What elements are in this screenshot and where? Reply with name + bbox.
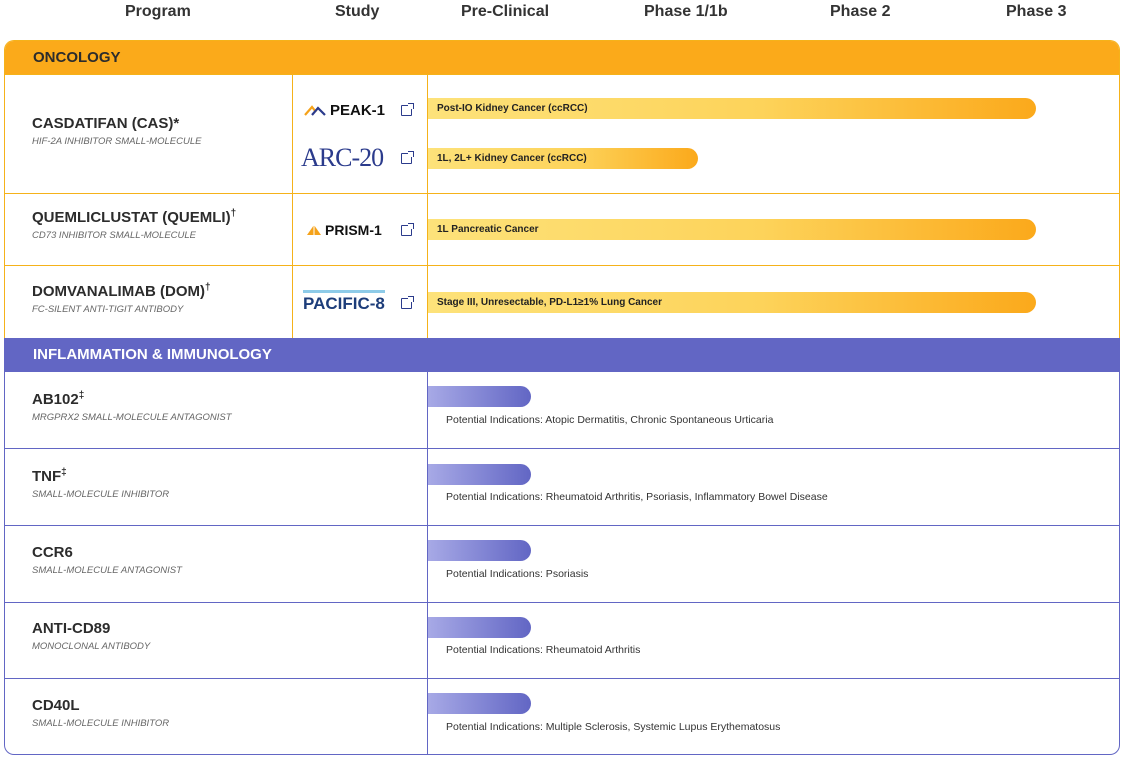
progress-bar: 1L, 2L+ Kidney Cancer (ccRCC) [428, 148, 698, 169]
peak-logo-icon [304, 105, 326, 116]
study-logo-text: ARC-20 [301, 143, 384, 172]
program-info: DOMVANALIMAB (DOM)† FC-SILENT ANTI-TIGIT… [32, 282, 211, 315]
program-description: SMALL-MOLECULE INHIBITOR [32, 489, 170, 500]
progress-bar [428, 464, 531, 485]
study-logo-pacific-8[interactable]: PACIFIC-8 [303, 288, 385, 316]
study-logo-text: PACIFIC-8 [303, 290, 385, 314]
indication-text: Potential Indications: Psoriasis [446, 568, 589, 580]
program-info: TNF‡ SMALL-MOLECULE INHIBITOR [32, 467, 169, 500]
program-name: AB102‡ [32, 390, 85, 408]
progress-bar [428, 617, 531, 638]
progress-bar [428, 693, 531, 714]
program-description: FC-SILENT ANTI-TIGIT ANTIBODY [32, 304, 184, 315]
program-description: HIF-2α INHIBITOR SMALL-MOLECULE [32, 136, 202, 147]
program-info: CD40L SMALL-MOLECULE INHIBITOR [32, 697, 169, 729]
program-row-domvanalimab: DOMVANALIMAB (DOM)† FC-SILENT ANTI-TIGIT… [4, 265, 1120, 339]
program-description: MONOCLONAL ANTIBODY [32, 641, 151, 652]
program-description: SMALL-MOLECULE INHIBITOR [32, 718, 170, 729]
program-name: ANTI-CD89 [32, 620, 111, 637]
column-study: Study [335, 3, 380, 20]
program-row-cd40l: CD40L SMALL-MOLECULE INHIBITOR Potential… [4, 678, 1120, 754]
program-row-ab102: AB102‡ MRGPRX2 SMALL-MOLECULE ANTAGONIST… [4, 372, 1120, 448]
indication-text: Potential Indications: Atopic Dermatitis… [446, 414, 774, 426]
program-row-quemliclustat: QUEMLICLUSTAT (QUEMLI)† CD73 INHIBITOR S… [4, 193, 1120, 265]
column-phase-2: Phase 2 [830, 3, 891, 20]
indication-text: Potential Indications: Multiple Sclerosi… [446, 721, 781, 733]
prism-logo-icon [307, 225, 321, 235]
program-description: CD73 INHIBITOR SMALL-MOLECULE [32, 230, 197, 241]
program-row-ccr6: CCR6 SMALL-MOLECULE ANTAGONIST Potential… [4, 525, 1120, 602]
program-row-anti-cd89: ANTI-CD89 MONOCLONAL ANTIBODY Potential … [4, 602, 1120, 678]
progress-bar [428, 386, 531, 407]
program-name: CCR6 [32, 544, 73, 561]
program-name: DOMVANALIMAB (DOM)† [32, 282, 211, 300]
program-row-tnf: TNF‡ SMALL-MOLECULE INHIBITOR Potential … [4, 448, 1120, 525]
progress-bar: 1L Pancreatic Cancer [428, 219, 1036, 240]
immunology-header: INFLAMMATION & IMMUNOLOGY [5, 338, 1119, 372]
external-link-icon[interactable] [401, 103, 414, 116]
program-row-casdatifan: CASDATIFAN (CAS)* HIF-2α INHIBITOR SMALL… [4, 74, 1120, 193]
external-link-icon[interactable] [401, 223, 414, 236]
indication-text: Potential Indications: Rheumatoid Arthri… [446, 491, 828, 503]
program-info: AB102‡ MRGPRX2 SMALL-MOLECULE ANTAGONIST [32, 390, 232, 423]
external-link-icon[interactable] [401, 151, 414, 164]
program-info: ANTI-CD89 MONOCLONAL ANTIBODY [32, 620, 150, 652]
column-pre-clinical: Pre-Clinical [461, 3, 550, 20]
progress-bar: Post-IO Kidney Cancer (ccRCC) [428, 98, 1036, 119]
study-logo-arc-20[interactable]: ARC-20 [301, 143, 384, 173]
program-info: CCR6 SMALL-MOLECULE ANTAGONIST [32, 544, 182, 576]
progress-bar: Stage III, Unresectable, PD-L1≥1% Lung C… [428, 292, 1036, 313]
study-logo-text: PRISM-1 [325, 222, 382, 238]
program-info: QUEMLICLUSTAT (QUEMLI)† CD73 INHIBITOR S… [32, 208, 236, 241]
program-description: SMALL-MOLECULE ANTAGONIST [32, 565, 182, 576]
program-name: CASDATIFAN (CAS)* [32, 115, 180, 132]
oncology-header: ONCOLOGY [5, 41, 1119, 75]
program-name: TNF‡ [32, 467, 67, 485]
column-program: Program [125, 3, 191, 20]
program-description: MRGPRX2 SMALL-MOLECULE ANTAGONIST [32, 412, 232, 423]
study-logo-peak-1[interactable]: PEAK-1 [304, 99, 385, 121]
external-link-icon[interactable] [401, 296, 414, 309]
study-logo-text: PEAK-1 [330, 101, 386, 119]
study-logo-prism-1[interactable]: PRISM-1 [306, 219, 382, 241]
program-name: CD40L [32, 697, 80, 714]
column-header-row: Program Study Pre-Clinical Phase 1/1b Ph… [0, 0, 1122, 24]
column-phase-3: Phase 3 [1006, 3, 1067, 20]
program-info: CASDATIFAN (CAS)* HIF-2α INHIBITOR SMALL… [32, 115, 201, 147]
indication-text: Potential Indications: Rheumatoid Arthri… [446, 644, 641, 656]
program-name: QUEMLICLUSTAT (QUEMLI)† [32, 208, 237, 226]
progress-bar [428, 540, 531, 561]
column-phase-1: Phase 1/1b [644, 3, 728, 20]
